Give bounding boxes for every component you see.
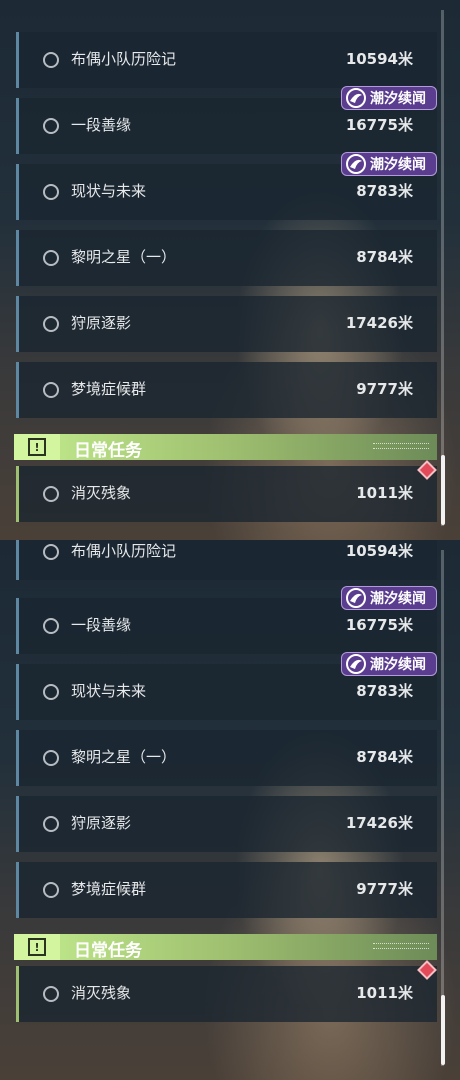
- circle-icon: [43, 986, 59, 1002]
- circle-icon: [43, 882, 59, 898]
- header-decoration: [373, 443, 429, 449]
- story-badge: 潮汐续闻: [341, 86, 437, 110]
- tide-emblem-icon: [344, 653, 368, 675]
- quest-name: 狩原逐影: [71, 814, 132, 832]
- quest-distance: 8784米: [356, 248, 413, 266]
- quest-distance: 16775米: [345, 116, 413, 134]
- tide-emblem-icon: [344, 587, 368, 609]
- scrollbar-track[interactable]: [441, 10, 444, 526]
- circle-icon: [43, 816, 59, 832]
- story-badge: 潮汐续闻: [341, 652, 437, 676]
- section-title: 日常任务: [74, 441, 142, 461]
- quest-name: 狩原逐影: [71, 314, 132, 332]
- tide-emblem-icon: [344, 87, 368, 109]
- circle-icon: [43, 486, 59, 502]
- quest-distance: 1011米: [356, 484, 413, 502]
- quest-item[interactable]: 黎明之星（一） 8784米: [16, 730, 437, 786]
- quest-distance: 1011米: [356, 984, 413, 1002]
- quest-name: 现状与未来: [71, 682, 147, 700]
- circle-icon: [43, 750, 59, 766]
- circle-icon: [43, 382, 59, 398]
- exclamation-icon: !: [14, 934, 60, 960]
- quest-name: 消灭残象: [71, 984, 132, 1002]
- quest-distance: 17426米: [345, 314, 413, 332]
- quest-distance: 9777米: [356, 880, 413, 898]
- circle-icon: [43, 184, 59, 200]
- quest-item[interactable]: 布偶小队历险记 10594米: [16, 540, 437, 580]
- daily-quests-header: ! 日常任务: [14, 934, 437, 961]
- quest-item[interactable]: 现状与未来 8783米 潮汐续闻: [16, 152, 437, 220]
- quest-distance: 8783米: [356, 182, 413, 200]
- badge-label: 潮汐续闻: [370, 591, 426, 607]
- quest-name: 梦境症候群: [71, 380, 147, 398]
- circle-icon: [43, 316, 59, 332]
- quest-name: 消灭残象: [71, 484, 132, 502]
- quest-name: 一段善缘: [71, 116, 132, 134]
- badge-label: 潮汐续闻: [370, 157, 426, 173]
- story-badge: 潮汐续闻: [341, 586, 437, 610]
- quest-distance: 16775米: [345, 616, 413, 634]
- header-decoration: [373, 943, 429, 949]
- quest-name: 梦境症候群: [71, 880, 147, 898]
- quest-name: 一段善缘: [71, 616, 132, 634]
- quest-name: 布偶小队历险记: [71, 542, 177, 560]
- scrollbar-thumb[interactable]: [441, 455, 445, 525]
- quest-name: 黎明之星（一）: [71, 248, 177, 266]
- quest-distance: 10594米: [345, 542, 413, 560]
- quest-item[interactable]: 梦境症候群 9777米: [16, 862, 437, 918]
- circle-icon: [43, 250, 59, 266]
- quest-name: 现状与未来: [71, 182, 147, 200]
- quest-list-panel: 布偶小队历险记 10594米 一段善缘 16775米 潮汐续闻 现状与未来 87…: [0, 0, 460, 540]
- scrollbar-thumb[interactable]: [441, 995, 445, 1065]
- quest-item[interactable]: 一段善缘 16775米 潮汐续闻: [16, 586, 437, 654]
- quest-item[interactable]: 梦境症候群 9777米: [16, 362, 437, 418]
- quest-item[interactable]: 狩原逐影 17426米: [16, 296, 437, 352]
- circle-icon: [43, 684, 59, 700]
- circle-icon: [43, 618, 59, 634]
- circle-icon: [43, 52, 59, 68]
- quest-distance: 8784米: [356, 748, 413, 766]
- tide-emblem-icon: [344, 153, 368, 175]
- quest-distance: 8783米: [356, 682, 413, 700]
- badge-label: 潮汐续闻: [370, 91, 426, 107]
- quest-name: 布偶小队历险记: [71, 50, 177, 68]
- daily-quest-item[interactable]: 消灭残象 1011米: [16, 466, 437, 522]
- quest-distance: 17426米: [345, 814, 413, 832]
- story-badge: 潮汐续闻: [341, 152, 437, 176]
- quest-distance: 10594米: [345, 50, 413, 68]
- section-title: 日常任务: [74, 941, 142, 961]
- circle-icon: [43, 118, 59, 134]
- quest-item[interactable]: 黎明之星（一） 8784米: [16, 230, 437, 286]
- quest-item[interactable]: 狩原逐影 17426米: [16, 796, 437, 852]
- badge-label: 潮汐续闻: [370, 657, 426, 673]
- quest-item[interactable]: 现状与未来 8783米 潮汐续闻: [16, 652, 437, 720]
- daily-quests-header: ! 日常任务: [14, 434, 437, 461]
- quest-distance: 9777米: [356, 380, 413, 398]
- quest-item[interactable]: 一段善缘 16775米 潮汐续闻: [16, 86, 437, 154]
- circle-icon: [43, 544, 59, 560]
- scrollbar-track[interactable]: [441, 550, 444, 1066]
- daily-quest-item[interactable]: 消灭残象 1011米: [16, 966, 437, 1022]
- quest-name: 黎明之星（一）: [71, 748, 177, 766]
- quest-list-panel: 布偶小队历险记 10594米 一段善缘 16775米 潮汐续闻 现状与未来 87…: [0, 540, 460, 1080]
- exclamation-icon: !: [14, 434, 60, 460]
- quest-item[interactable]: 布偶小队历险记 10594米: [16, 32, 437, 88]
